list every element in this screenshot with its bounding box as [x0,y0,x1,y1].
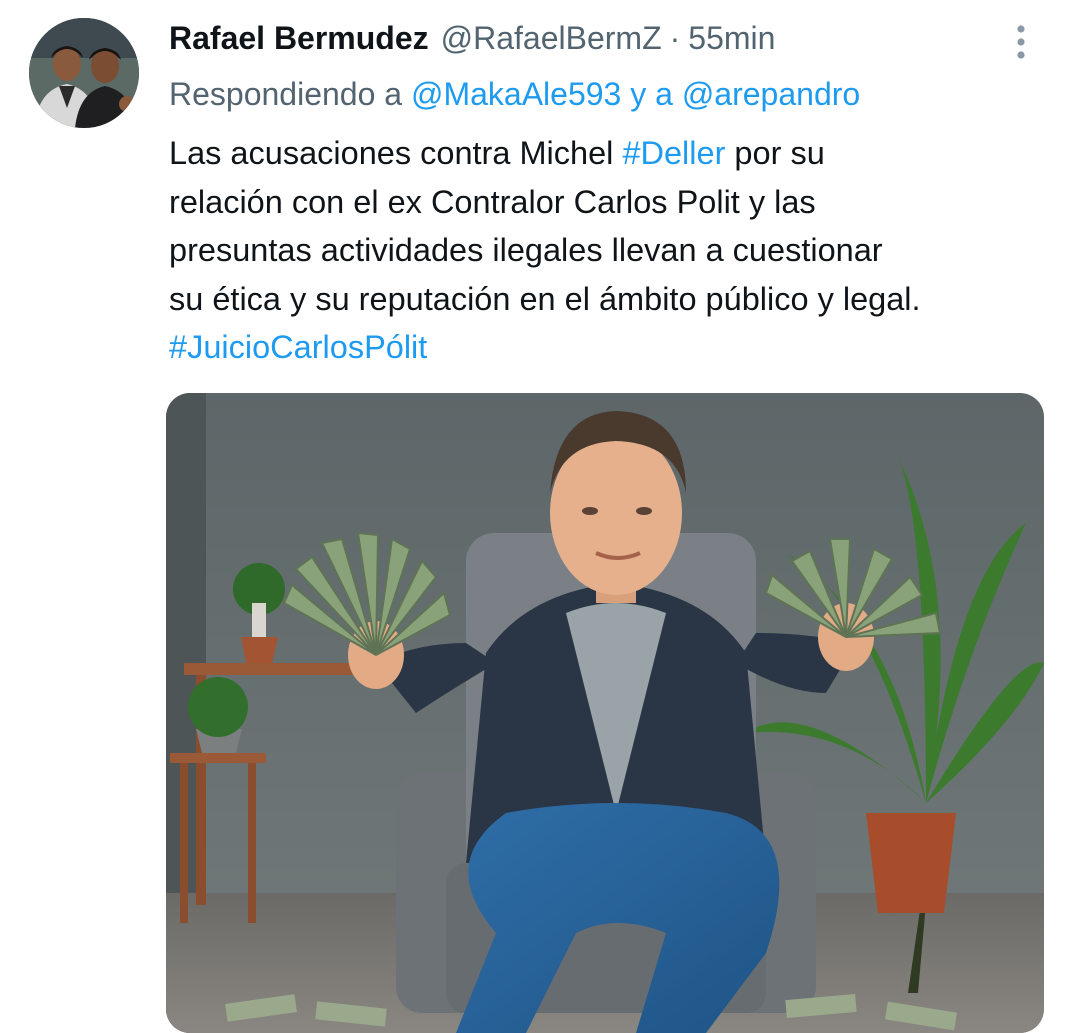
reply-user-link[interactable]: @MakaAle593 [411,76,621,112]
tweet-text-line: relación con el ex Contralor Carlos Poli… [169,183,816,220]
tweet-text-segment: Las acusaciones contra Michel [169,135,623,171]
tweet-media-image[interactable] [166,393,1044,1033]
reply-user-link[interactable]: @arepandro [682,76,860,112]
more-vertical-icon[interactable] [1008,18,1034,62]
replying-to-label: Respondiendo a [169,76,403,112]
tweet-text-line: su ética y su reputación en el ámbito pú… [169,280,921,317]
tweet-timestamp[interactable]: 55min [688,14,775,62]
reply-connector[interactable]: y a [630,76,673,112]
author-display-name[interactable]: Rafael Bermudez [169,14,429,62]
hashtag-link[interactable]: #Deller [622,135,725,171]
avatar[interactable] [29,18,139,128]
tweet-text-line: Las acusaciones contra Michel #Deller po… [169,129,1059,178]
header-separator: · [669,20,681,56]
tweet-text-line: presuntas actividades ilegales llevan a … [169,232,883,268]
replying-to: Respondiendo a @MakaAle593 y a @arepandr… [169,70,860,118]
media-illustration [166,393,1044,1033]
hashtag-link[interactable]: #JuicioCarlosPólit [169,329,427,365]
tweet-text-segment: por su [725,135,825,171]
avatar-photo [29,18,139,128]
author-handle[interactable]: @RafaelBermZ [441,14,662,62]
tweet-text: Las acusaciones contra Michel #Deller po… [169,129,1059,372]
tweet-text-line: #JuicioCarlosPólit [169,323,1059,372]
tweet-header: Rafael Bermudez @RafaelBermZ · 55min [169,14,775,62]
